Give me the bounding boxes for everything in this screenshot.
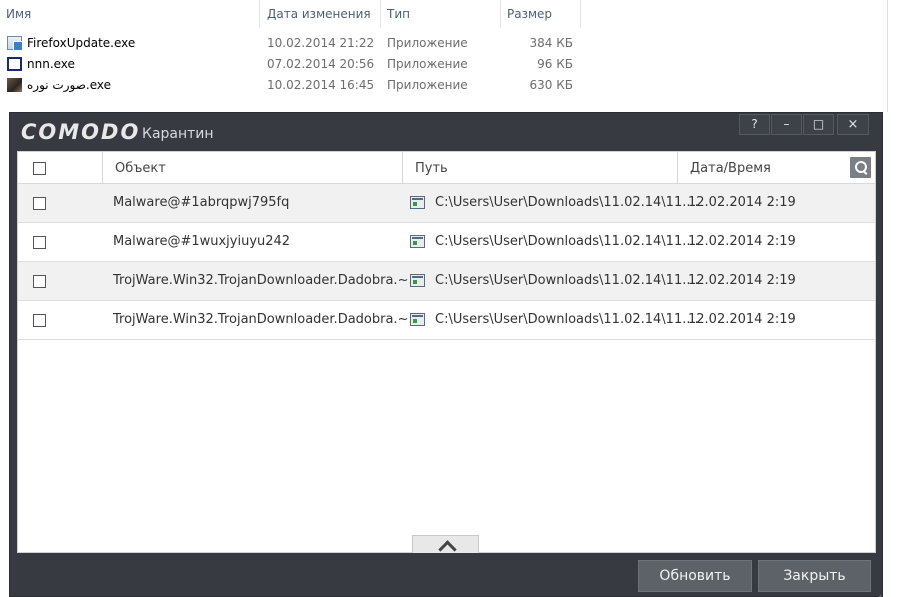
chevron-up-icon: [437, 540, 455, 550]
help-button[interactable]: ?: [739, 114, 770, 135]
object-datetime: 12.02.2014 2:19: [688, 195, 796, 210]
image-thumbnail-icon: [7, 78, 22, 92]
table-header: Объект Путь Дата/Время: [18, 152, 875, 184]
file-explorer-list: Имя ^ Дата изменения Тип Размер FirefoxU…: [0, 0, 899, 112]
object-name: Malware@#1abrqpwj795fq: [113, 195, 290, 210]
row-checkbox[interactable]: [33, 275, 46, 288]
column-divider: [102, 152, 103, 184]
row-checkbox[interactable]: [33, 236, 46, 249]
refresh-button[interactable]: Обновить: [638, 560, 752, 592]
quarantine-window: COMODO Карантин ? – □ × Объект Путь Дата…: [9, 112, 883, 597]
explorer-divider: [887, 0, 888, 112]
column-size-label: Размер: [507, 7, 553, 21]
file-type: Приложение: [387, 57, 468, 71]
column-type-label: Тип: [387, 7, 410, 21]
blank-window-icon: [7, 57, 22, 71]
row-checkbox[interactable]: [33, 197, 46, 210]
object-path: C:\Users\User\Downloads\11.02.14\11....: [435, 234, 699, 249]
search-icon[interactable]: [850, 157, 871, 178]
file-date: 10.02.2014 16:45: [267, 78, 375, 92]
object-datetime: 12.02.2014 2:19: [688, 312, 796, 327]
column-divider: [402, 152, 403, 184]
maximize-button[interactable]: □: [803, 114, 834, 135]
file-date: 07.02.2014 20:56: [267, 57, 375, 71]
collapse-panel-button[interactable]: [412, 535, 479, 553]
file-type: Приложение: [387, 78, 468, 92]
column-date-label: Дата изменения: [267, 7, 371, 21]
object-name: TrojWare.Win32.TrojanDownloader.Dadobra.…: [113, 312, 421, 327]
column-type[interactable]: Тип: [381, 0, 501, 28]
table-row[interactable]: TrojWare.Win32.TrojanDownloader.Dadobra.…: [18, 301, 875, 340]
file-size: 96 КБ: [537, 57, 573, 71]
column-date-modified[interactable]: Дата изменения: [261, 0, 381, 28]
file-type: Приложение: [387, 36, 468, 50]
table-row[interactable]: Malware@#1abrqpwj795fq C:\Users\User\Dow…: [18, 184, 875, 223]
file-row[interactable]: صورت نوره.exe 10.02.2014 16:45 Приложени…: [0, 75, 590, 96]
resize-grip-icon[interactable]: [872, 587, 882, 597]
row-checkbox[interactable]: [33, 314, 46, 327]
window-title: Карантин: [142, 126, 214, 142]
file-size: 384 КБ: [529, 36, 573, 50]
file-size: 630 КБ: [529, 78, 573, 92]
object-name: Malware@#1wuxjyiuyu242: [113, 234, 291, 249]
column-divider: [677, 152, 678, 184]
object-datetime: 12.02.2014 2:19: [688, 234, 796, 249]
minimize-button[interactable]: –: [771, 114, 802, 135]
object-name: TrojWare.Win32.TrojanDownloader.Dadobra.…: [113, 273, 421, 288]
explorer-column-header: Имя ^ Дата изменения Тип Размер: [0, 0, 590, 28]
column-object[interactable]: Объект: [115, 152, 166, 184]
file-row[interactable]: nnn.exe 07.02.2014 20:56 Приложение 96 К…: [0, 54, 590, 75]
application-icon: [410, 196, 425, 209]
screen: Имя ^ Дата изменения Тип Размер FirefoxU…: [0, 0, 899, 597]
table-row[interactable]: Malware@#1wuxjyiuyu242 C:\Users\User\Dow…: [18, 223, 875, 262]
sort-ascending-icon: ^: [125, 0, 134, 7]
file-row[interactable]: FirefoxUpdate.exe 10.02.2014 21:22 Прило…: [0, 33, 590, 54]
application-icon: [410, 235, 425, 248]
close-button[interactable]: Закрыть: [758, 560, 871, 592]
column-datetime[interactable]: Дата/Время: [690, 152, 771, 184]
column-path[interactable]: Путь: [415, 152, 448, 184]
application-icon: [410, 274, 425, 287]
object-datetime: 12.02.2014 2:19: [688, 273, 796, 288]
object-path: C:\Users\User\Downloads\11.02.14\11....: [435, 273, 699, 288]
column-name[interactable]: Имя ^: [0, 0, 260, 28]
object-path: C:\Users\User\Downloads\11.02.14\11....: [435, 195, 699, 210]
table-row[interactable]: TrojWare.Win32.TrojanDownloader.Dadobra.…: [18, 262, 875, 301]
column-name-label: Имя: [6, 7, 32, 21]
exe-window-icon: [7, 36, 23, 51]
quarantine-table: Объект Путь Дата/Время Malware@#1abrqpwj…: [17, 151, 876, 553]
file-name: nnn.exe: [27, 57, 75, 71]
select-all-checkbox[interactable]: [33, 162, 46, 175]
file-name: صورت نوره.exe: [27, 78, 112, 92]
object-path: C:\Users\User\Downloads\11.02.14\11....: [435, 312, 699, 327]
comodo-logo: COMODO: [21, 120, 141, 144]
column-size[interactable]: Размер: [501, 0, 581, 28]
close-window-button[interactable]: ×: [837, 114, 869, 135]
application-icon: [410, 313, 425, 326]
file-date: 10.02.2014 21:22: [267, 36, 375, 50]
file-name: FirefoxUpdate.exe: [27, 36, 136, 50]
